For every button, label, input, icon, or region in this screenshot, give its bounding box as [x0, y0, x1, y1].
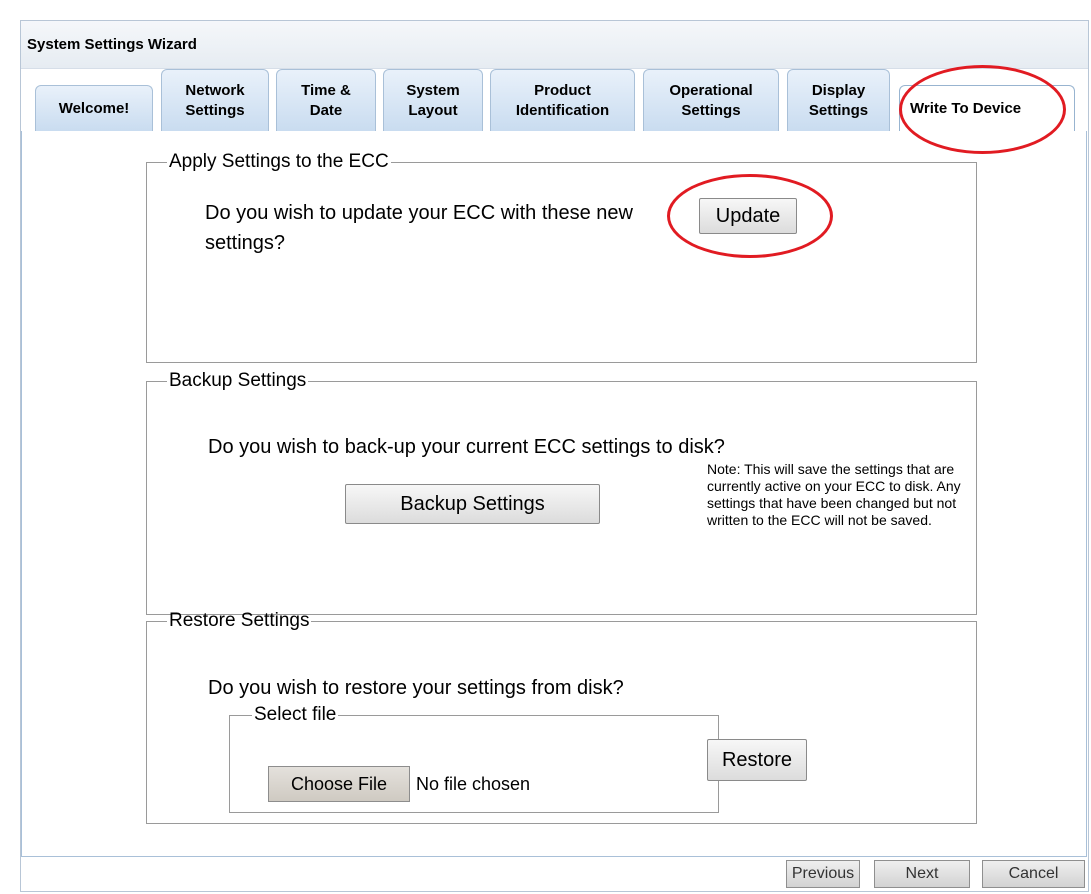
backup-note: Note: This will save the settings that a…	[707, 461, 961, 528]
select-file-legend: Select file	[254, 704, 337, 725]
restore-settings-legend: Restore Settings	[169, 610, 310, 631]
tab-display-settings[interactable]: Display Settings	[787, 69, 890, 131]
window-title: System Settings Wizard	[21, 21, 1088, 69]
choose-file-button[interactable]: Choose File	[268, 766, 410, 802]
restore-button[interactable]: Restore	[707, 739, 807, 781]
tab-strip: Welcome! Network Settings Time & Date Sy…	[21, 69, 1088, 131]
tab-system-layout[interactable]: System Layout	[383, 69, 483, 131]
tab-operational-settings[interactable]: Operational Settings	[643, 69, 779, 131]
backup-question: Do you wish to back-up your current ECC …	[208, 436, 725, 458]
next-button[interactable]: Next	[874, 860, 970, 888]
tab-welcome[interactable]: Welcome!	[35, 85, 153, 131]
update-button[interactable]: Update	[699, 198, 797, 234]
apply-question: Do you wish to update your ECC with thes…	[205, 202, 633, 254]
backup-settings-button[interactable]: Backup Settings	[345, 484, 600, 524]
apply-settings-group: Apply Settings to the ECC	[146, 151, 977, 363]
tab-network-settings[interactable]: Network Settings	[161, 69, 269, 131]
tab-write-to-device[interactable]: Write To Device	[899, 85, 1075, 131]
tab-time-date[interactable]: Time & Date	[276, 69, 376, 131]
backup-settings-legend: Backup Settings	[169, 370, 307, 391]
file-status-text: No file chosen	[416, 774, 531, 794]
tab-product-identification[interactable]: Product Identification	[490, 69, 635, 131]
previous-button[interactable]: Previous	[786, 860, 860, 888]
cancel-button[interactable]: Cancel	[982, 860, 1085, 888]
apply-settings-legend: Apply Settings to the ECC	[169, 151, 389, 172]
restore-question: Do you wish to restore your settings fro…	[208, 677, 624, 699]
